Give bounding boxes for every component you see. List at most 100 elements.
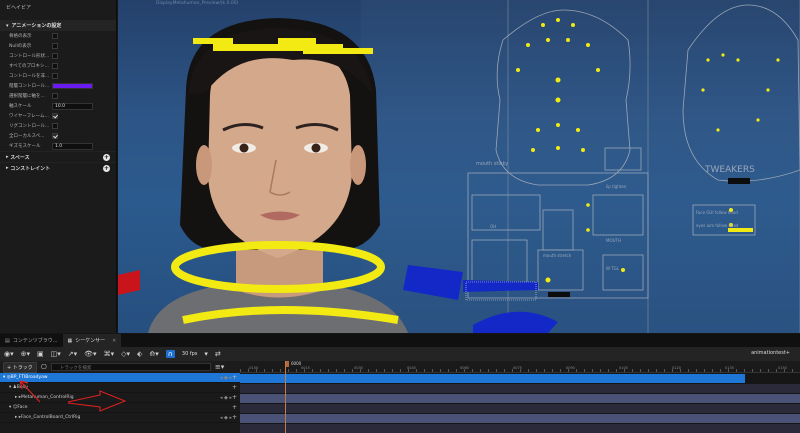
tracks-area[interactable] (240, 373, 800, 433)
property-checkbox[interactable] (52, 73, 58, 79)
property-row: リグコントロール... (0, 121, 116, 131)
property-label: リグコントロール... (9, 124, 49, 129)
category-constraint[interactable]: ▸ コンストレイント + (0, 162, 116, 173)
property-list: 骨格の表示 Nullの表示 コントロール形状... すべてのプロキシ... コントロール… (0, 31, 116, 151)
property-label: すべてのプロキシ... (9, 64, 49, 69)
add-icon[interactable]: + (103, 164, 110, 172)
tree-row-label: Metahuman_ControlRig (20, 395, 74, 400)
details-top-tab[interactable]: ビヘイビア (0, 0, 116, 20)
timeline-ruler[interactable]: -0150 0015 0030 0045 0060 0075 0090 0105 0120 013… (240, 361, 800, 373)
expander-icon[interactable]: ▾ ♟ (9, 385, 17, 390)
property-label: ワイヤーフレーム... (9, 114, 49, 119)
viewport[interactable]: DisplayMetahuman_Preview/(k 0.00) mouth … (118, 0, 800, 333)
tree-row[interactable]: ▾ ♟ Body + (0, 383, 240, 393)
key-icon[interactable]: ◇▾ (121, 350, 130, 358)
add-icon[interactable]: + (232, 404, 237, 411)
property-checkbox[interactable] (52, 123, 58, 129)
property-row: コントロールを非... (0, 71, 116, 81)
w-tgl-label: W TGL (606, 266, 620, 271)
property-row: 階層コントロール... (0, 81, 116, 91)
add-icon[interactable]: + (232, 394, 237, 401)
face-control-dots (516, 18, 733, 283)
details-panel: ビヘイビア ▾ アニメーションの設定 骨格の表示 Nullの表示 コントロール形状.… (0, 0, 117, 333)
curve-icon[interactable]: ⬖ (137, 350, 142, 358)
add-track-button[interactable]: + トラック (3, 361, 37, 373)
sequence-name[interactable]: animationtest+ (751, 350, 790, 356)
loop-icon[interactable]: ⇄ (215, 350, 221, 358)
property-label: 軸スケール (9, 104, 32, 109)
property-checkbox[interactable] (52, 43, 58, 49)
filter-list-icon[interactable]: ≡▾ (215, 363, 224, 371)
blue-hand-control (473, 311, 558, 333)
mouth-label: MOUTH (606, 238, 621, 243)
track-section-bar[interactable] (240, 394, 800, 403)
options-icon[interactable]: ⌘▾ (104, 350, 115, 358)
close-icon[interactable]: ✕ (112, 338, 116, 344)
animation-settings-header[interactable]: ▾ アニメーションの設定 (0, 20, 116, 31)
property-label: ギズモスケール (9, 144, 41, 149)
property-label: 階層コントロール... (9, 84, 49, 89)
property-checkbox[interactable] (52, 53, 58, 59)
ruler-tick-label: 0120 (672, 366, 681, 370)
tree-row[interactable]: ▾ ◎ BP_FTIBroadyaw ◂ ◆ ▸ + (0, 373, 240, 383)
ruler-tick-label: 0045 (407, 366, 416, 370)
tree-row-label: Face_ControlBoard_CtrlRig (20, 415, 81, 420)
tab-sequencer[interactable]: ▦ シーケンサー ✕ (62, 334, 122, 347)
color-swatch[interactable] (52, 83, 93, 89)
camera-icon[interactable]: ▣ (37, 350, 44, 358)
view-icon[interactable]: 👁▾ (84, 350, 96, 358)
add-icon[interactable]: + (103, 153, 110, 161)
chevron-down-icon[interactable]: ▾ (204, 350, 208, 358)
tab-content-browser[interactable]: ▤ コンテンツブラウ... (0, 334, 63, 347)
magnet-icon[interactable]: ∩ (165, 350, 175, 358)
sequencer-toolbar: ◉▾ ⊕▾ ▣ ◫▾ ↗▾ 👁▾ ⌘▾ ◇▾ ⬖ ⟰▾ ∩ 30 fps ▾ ⇄… (0, 347, 800, 361)
property-checkbox[interactable] (52, 133, 58, 139)
track-tree: ▾ ◎ BP_FTIBroadyaw ◂ ◆ ▸ + ▾ ♟ Body + ▸ ▸ Met… (0, 373, 240, 433)
property-checkbox[interactable] (52, 63, 58, 69)
property-checkbox[interactable] (52, 33, 58, 39)
add-icon[interactable]: + (232, 374, 237, 381)
tree-row[interactable]: ▸ ▸ Metahuman_ControlRig ◂ ◆ ▸ + (0, 393, 240, 403)
key-nav-icon[interactable]: ◂ ◆ ▸ (220, 375, 232, 381)
snap-icon[interactable]: ⟰▾ (149, 350, 158, 358)
tree-row[interactable]: ▸ ▸ Face_ControlBoard_CtrlRig ◂ ◆ ▸ + (0, 413, 240, 423)
property-number-field[interactable]: 1.0 (52, 142, 93, 150)
property-label: コントロールを非... (9, 74, 49, 79)
render-icon[interactable]: ◫▾ (51, 350, 61, 358)
head-follow-label: Face GUI follow head (696, 210, 738, 215)
add-icon[interactable]: + (232, 414, 237, 421)
ruler-tick-label: 0090 (566, 366, 575, 370)
section-title: アニメーションの設定 (11, 23, 62, 29)
tree-row[interactable]: ▾ ☺ Face + (0, 403, 240, 413)
add-icon[interactable]: + (232, 384, 237, 391)
expander-icon[interactable]: ▾ ☺ (9, 405, 17, 410)
key-nav-icon[interactable]: ◂ ◆ ▸ (220, 395, 232, 401)
tree-row-label: Body (16, 385, 29, 390)
transform-icon[interactable]: ↗▾ (68, 350, 77, 358)
blue-arm-control (403, 265, 463, 300)
tree-row-label: BP_FTIBroadyaw (10, 375, 48, 380)
key-nav-icon[interactable]: ◂ ◆ ▸ (220, 415, 232, 421)
tweakers-label: TWEAKERS (704, 165, 755, 175)
property-row: 選択階層に軸を... (0, 91, 116, 101)
property-row: すべてのプロキシ... (0, 61, 116, 71)
expander-icon[interactable]: ▾ ◎ (3, 375, 11, 380)
property-row: 骨格の表示 (0, 31, 116, 41)
track-lane (240, 404, 800, 413)
track-section-bar[interactable] (240, 414, 800, 423)
world-icon[interactable]: ⊕▾ (21, 350, 30, 358)
property-checkbox[interactable] (52, 93, 58, 99)
track-header: + トラック ⎔ ≡▾ (0, 361, 240, 373)
save-icon[interactable]: ◉▾ (4, 350, 14, 358)
property-checkbox[interactable] (52, 113, 58, 119)
track-search-input[interactable] (50, 363, 211, 371)
property-number-field[interactable]: 10.0 (52, 102, 93, 110)
track-section-bar[interactable] (240, 374, 745, 383)
filter-icon[interactable]: ⎔ (41, 363, 47, 371)
property-row: 軸スケール 10.0 (0, 101, 116, 111)
fps-selector[interactable]: 30 fps (182, 351, 198, 357)
property-row: コントロール形状... (0, 51, 116, 61)
category-space[interactable]: ▸ スペース + (0, 151, 116, 162)
property-row: Nullの表示 (0, 41, 116, 51)
scene-svg: mouth sticky TWEAKERS Face GUI follow he… (118, 0, 800, 333)
